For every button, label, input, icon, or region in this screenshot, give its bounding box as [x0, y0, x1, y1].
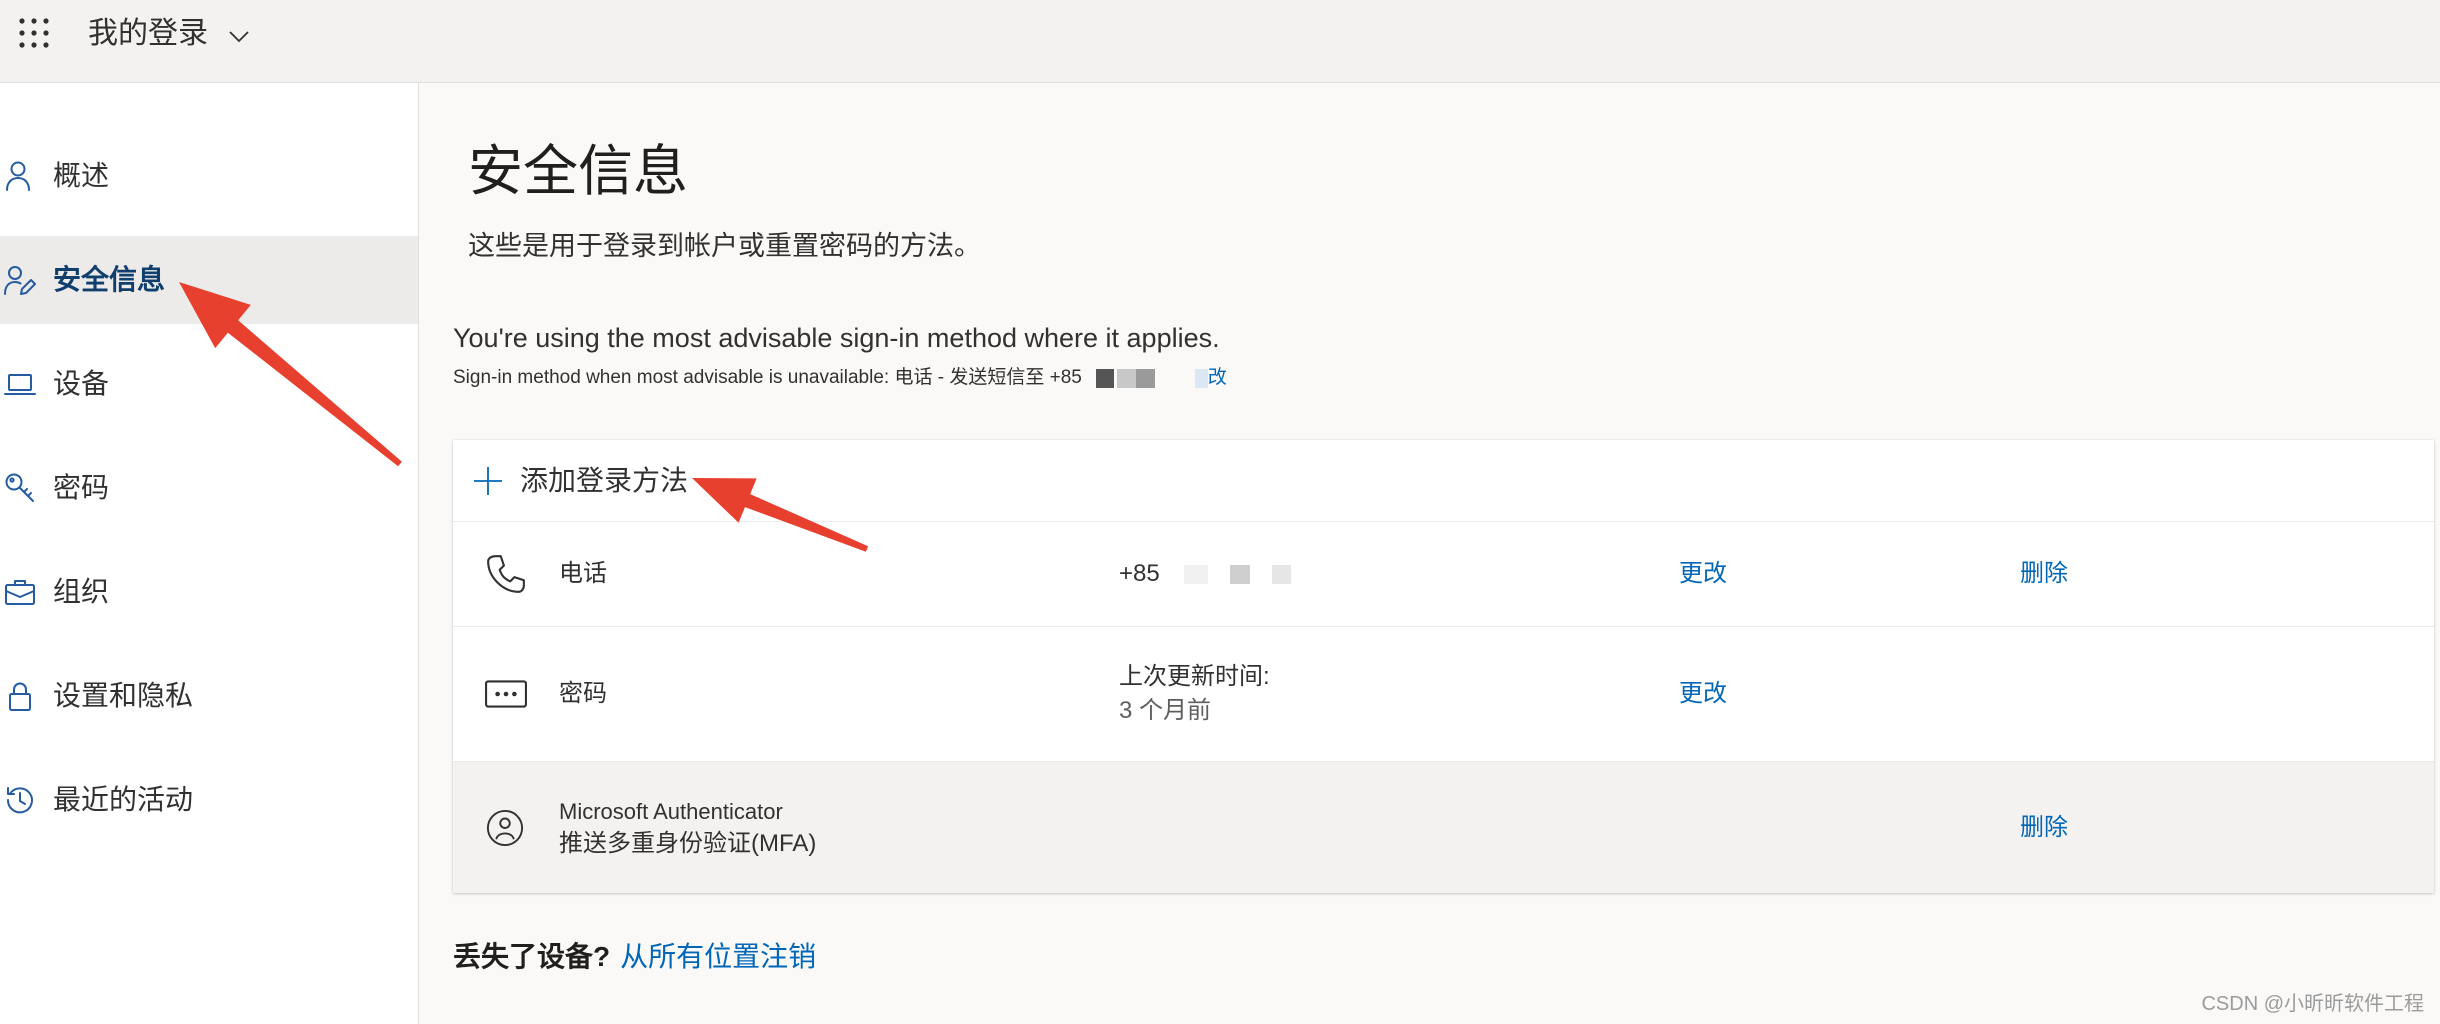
add-sign-in-method-button[interactable]: 添加登录方法: [453, 440, 2434, 521]
waffle-icon[interactable]: [19, 18, 49, 48]
redacted-block: [1271, 564, 1291, 584]
sidebar-item-settings-privacy[interactable]: 设置和隐私: [0, 652, 418, 740]
method-name: Microsoft Authenticator: [559, 798, 783, 824]
delete-authenticator-link[interactable]: 删除: [2020, 812, 2068, 844]
method-row-password: 密码 上次更新时间: 3 个月前 更改: [453, 626, 2434, 761]
method-name: 电话: [559, 560, 607, 587]
person-edit-icon: [4, 264, 36, 296]
history-icon: [4, 784, 36, 816]
fallback-method-line: Sign-in method when most advisable is un…: [453, 366, 1227, 390]
phone-icon: [485, 553, 527, 595]
sidebar-item-label: 设置和隐私: [53, 680, 194, 711]
phone-number: +85: [1119, 560, 1160, 587]
method-subtitle: 推送多重身份验证(MFA): [559, 829, 817, 857]
sidebar-item-label: 最近的活动: [53, 784, 194, 815]
person-icon: [4, 160, 36, 192]
plus-icon: [474, 466, 502, 495]
top-bar: 我的登录: [0, 0, 2440, 83]
method-row-phone: 电话 +85 更改 删除: [453, 521, 2434, 626]
sidebar: 概述 安全信息 设备 密码 组织 设置和隐私 最近的活动: [0, 83, 419, 1024]
method-detail: 上次更新时间: 3 个月前: [1119, 660, 1270, 728]
redacted-block: [1116, 368, 1136, 388]
lost-device-question: 丢失了设备?: [453, 941, 611, 972]
sidebar-item-security-info[interactable]: 安全信息: [0, 236, 418, 324]
laptop-icon: [4, 368, 36, 400]
sidebar-item-organizations[interactable]: 组织: [0, 548, 418, 636]
redacted-block: [1135, 368, 1155, 388]
page-subtitle: 这些是用于登录到帐户或重置密码的方法。: [468, 231, 981, 261]
redacted-block: [1229, 564, 1250, 584]
sidebar-item-label: 设备: [53, 368, 110, 399]
page-title: 安全信息: [468, 140, 689, 202]
app-switcher[interactable]: 我的登录: [88, 14, 249, 54]
method-name-block: Microsoft Authenticator 推送多重身份验证(MFA): [559, 796, 816, 860]
delete-phone-link[interactable]: 删除: [2020, 558, 2068, 590]
security-methods-card: 添加登录方法 电话 +85 更改 删除 密码 上次更新时间: 3 个月前 更改 …: [453, 440, 2434, 893]
sign-out-everywhere-link[interactable]: 从所有位置注销: [620, 941, 816, 972]
sidebar-item-label: 概述: [53, 160, 110, 191]
redacted-block: [1194, 368, 1208, 388]
authenticator-icon: [486, 809, 524, 847]
sidebar-item-password[interactable]: 密码: [0, 444, 418, 532]
method-name: 密码: [559, 680, 607, 707]
redacted-block: [1183, 564, 1208, 584]
lost-device-line: 丢失了设备? 从所有位置注销: [453, 939, 816, 975]
advisable-message: You're using the most advisable sign-in …: [453, 323, 1220, 353]
sidebar-item-label: 密码: [53, 472, 110, 503]
sidebar-item-label: 组织: [53, 576, 110, 607]
method-row-authenticator: Microsoft Authenticator 推送多重身份验证(MFA) 删除: [453, 761, 2434, 893]
app-title: 我的登录: [88, 17, 208, 50]
fallback-method-text: Sign-in method when most advisable is un…: [453, 367, 1082, 388]
sidebar-item-recent-activity[interactable]: 最近的活动: [0, 756, 418, 844]
briefcase-icon: [4, 576, 36, 608]
change-password-link[interactable]: 更改: [1679, 678, 1727, 710]
sidebar-item-overview[interactable]: 概述: [0, 132, 418, 220]
sidebar-item-devices[interactable]: 设备: [0, 340, 418, 428]
last-updated-label: 上次更新时间:: [1119, 663, 1270, 690]
add-method-label: 添加登录方法: [520, 464, 689, 496]
chevron-down-icon[interactable]: [229, 31, 249, 43]
fallback-change-link[interactable]: 改: [1208, 366, 1227, 390]
sidebar-item-label: 安全信息: [53, 264, 166, 295]
change-phone-link[interactable]: 更改: [1679, 558, 1727, 590]
lock-icon: [4, 680, 36, 712]
key-icon: [4, 472, 36, 504]
redacted-block: [1095, 368, 1114, 388]
password-icon: [485, 678, 527, 710]
watermark: CSDN @小昕昕软件工程: [2201, 993, 2424, 1015]
method-detail: +85: [1119, 557, 1291, 591]
last-updated-value: 3 个月前: [1119, 697, 1212, 724]
